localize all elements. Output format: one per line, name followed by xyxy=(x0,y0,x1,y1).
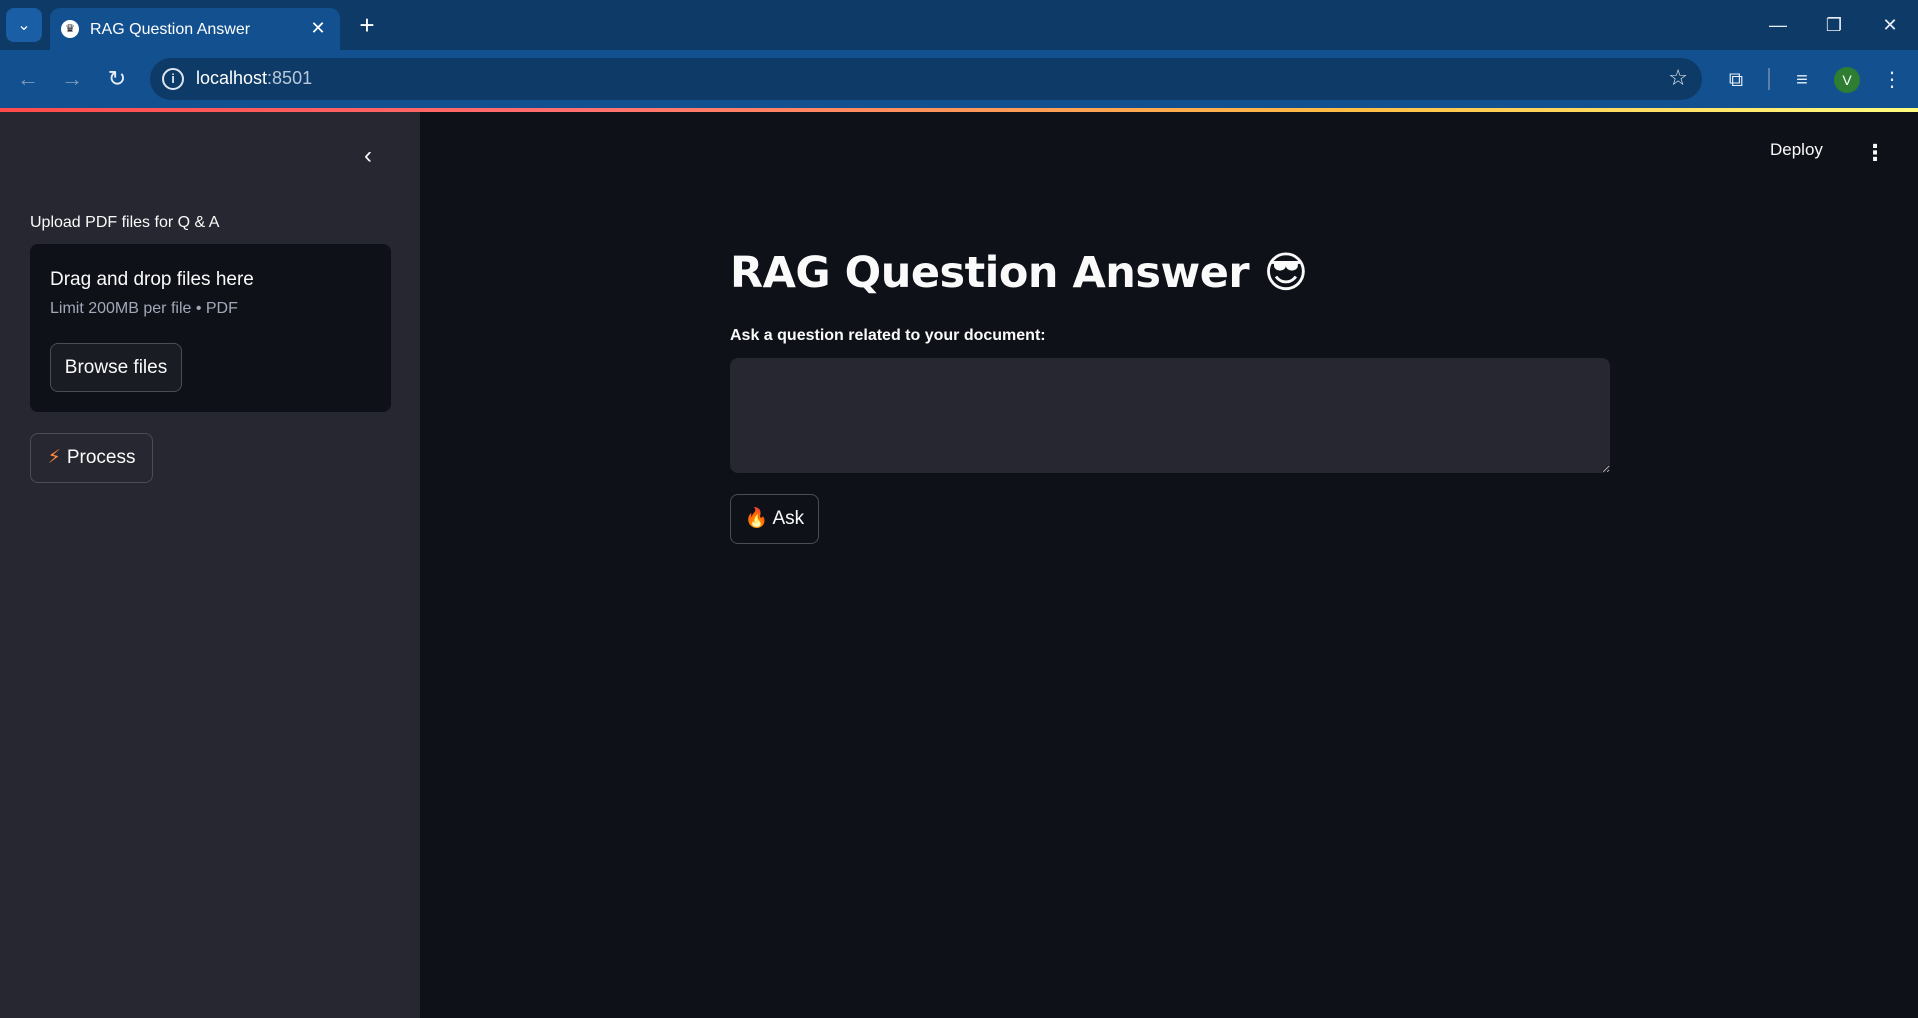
crown-icon: ♛ xyxy=(61,20,79,38)
chevron-down-icon: ⌄ xyxy=(17,17,31,34)
collapse-sidebar-icon[interactable]: ‹ xyxy=(354,142,382,170)
back-arrow-icon[interactable]: ← xyxy=(12,63,44,95)
forward-arrow-icon[interactable]: → xyxy=(56,63,88,95)
dropzone-title: Drag and drop files here xyxy=(50,269,254,290)
process-button[interactable]: ⚡ Process xyxy=(30,433,153,483)
main-menu-icon[interactable]: ⋮ xyxy=(1864,140,1886,166)
dropzone-subtitle: Limit 200MB per file • PDF xyxy=(50,300,238,317)
close-tab-icon[interactable]: ✕ xyxy=(306,16,330,40)
restore-icon[interactable]: ❐ xyxy=(1814,5,1854,45)
address-bar[interactable]: i localhost:8501 ☆ xyxy=(150,58,1702,100)
window-close-icon[interactable]: ✕ xyxy=(1870,5,1910,45)
deploy-button[interactable]: Deploy xyxy=(1770,140,1823,160)
browser-tab-bar: ⌄ ♛ RAG Question Answer ✕ + — ❐ ✕ xyxy=(0,0,1918,50)
process-label: Process xyxy=(66,447,136,468)
reload-icon[interactable]: ↻ xyxy=(101,63,133,95)
question-input[interactable] xyxy=(730,358,1610,473)
site-info-icon[interactable]: i xyxy=(162,68,184,90)
fire-icon: 🔥 xyxy=(744,508,769,529)
extensions-icon[interactable]: ⧉ xyxy=(1720,64,1752,96)
page-title: RAG Question Answer 😎 xyxy=(730,248,1308,298)
profile-avatar[interactable]: V xyxy=(1834,67,1860,93)
tab-title: RAG Question Answer xyxy=(90,21,251,38)
browser-tab-active[interactable]: ♛ RAG Question Answer ✕ xyxy=(50,8,340,50)
new-tab-button[interactable]: + xyxy=(352,10,382,40)
media-controls-icon[interactable]: ≡ xyxy=(1786,64,1818,96)
ask-button[interactable]: 🔥 Ask xyxy=(730,494,819,544)
url-host: localhost xyxy=(196,68,268,88)
upload-label: Upload PDF files for Q & A xyxy=(30,214,220,231)
url-text[interactable]: localhost:8501 xyxy=(196,68,312,89)
bookmark-star-icon[interactable]: ☆ xyxy=(1668,65,1688,91)
browse-files-button[interactable]: Browse files xyxy=(50,343,182,392)
question-label: Ask a question related to your document: xyxy=(730,327,1046,344)
file-dropzone[interactable]: Drag and drop files here Limit 200MB per… xyxy=(30,244,391,412)
sidebar: ‹ Upload PDF files for Q & A Drag and dr… xyxy=(0,112,420,1018)
ask-label: Ask xyxy=(772,508,805,529)
lightning-icon: ⚡ xyxy=(47,447,61,468)
minimize-icon[interactable]: — xyxy=(1758,5,1798,45)
toolbar-divider xyxy=(1768,68,1770,90)
url-port: :8501 xyxy=(267,68,313,88)
tab-search-button[interactable]: ⌄ xyxy=(6,8,42,42)
browser-menu-icon[interactable]: ⋮ xyxy=(1876,64,1908,96)
